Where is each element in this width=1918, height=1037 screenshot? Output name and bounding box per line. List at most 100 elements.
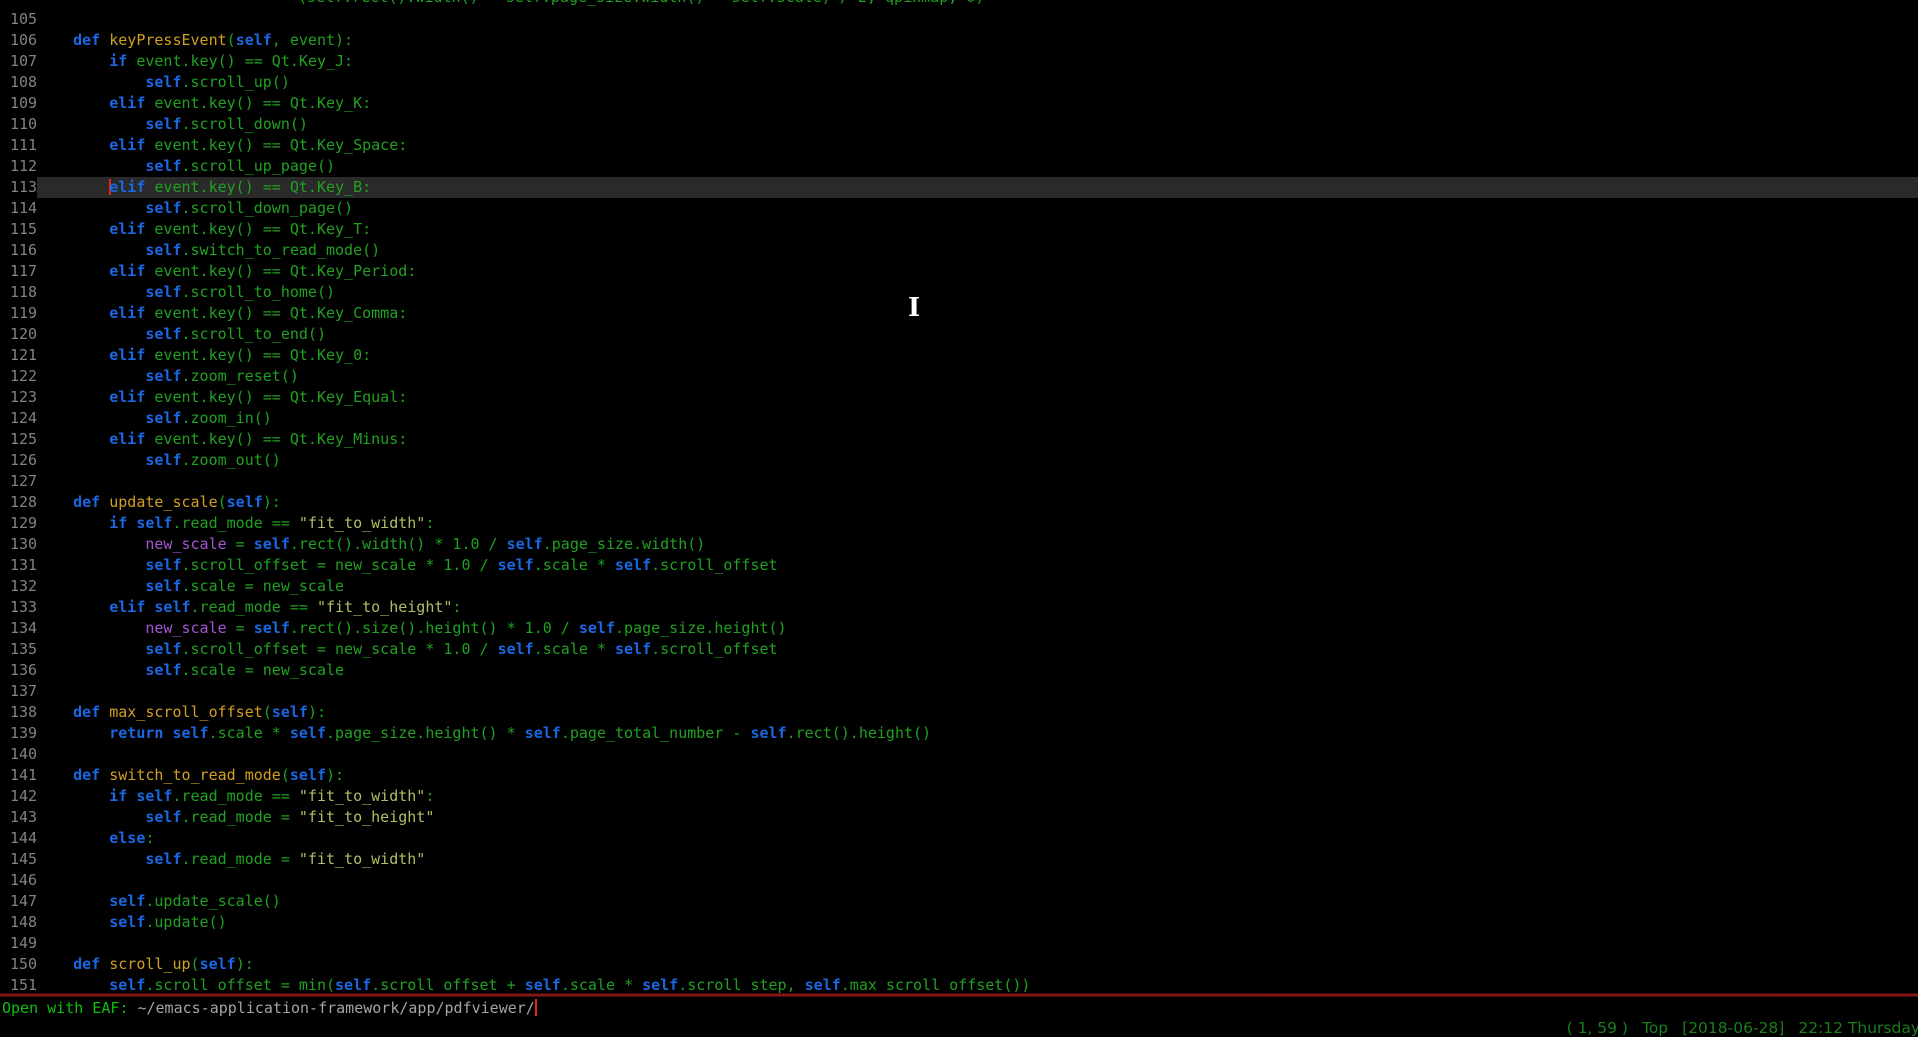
line-number: 134 (10, 618, 37, 639)
code-line-146[interactable]: 146 (0, 870, 1918, 891)
line-number: 106 (10, 30, 37, 51)
line-content: self.scroll_offset = new_scale * 1.0 / s… (37, 555, 1918, 576)
line-number: 115 (10, 219, 37, 240)
code-line-107[interactable]: 107 if event.key() == Qt.Key_J: (0, 51, 1918, 72)
line-number: 107 (10, 51, 37, 72)
code-line-121[interactable]: 121 elif event.key() == Qt.Key_0: (0, 345, 1918, 366)
code-line-150[interactable]: 150 def scroll_up(self): (0, 954, 1918, 975)
line-content: return self.scale * self.page_size.heigh… (37, 723, 1918, 744)
code-line-120[interactable]: 120 self.scroll_to_end() (0, 324, 1918, 345)
code-line-134[interactable]: 134 new_scale = self.rect().size().heigh… (0, 618, 1918, 639)
code-line-133[interactable]: 133 elif self.read_mode == "fit_to_heigh… (0, 597, 1918, 618)
line-number: 127 (10, 471, 37, 492)
line-number: 132 (10, 576, 37, 597)
line-number: 142 (10, 786, 37, 807)
line-number: 113 (10, 177, 37, 198)
code-line-124[interactable]: 124 self.zoom_in() (0, 408, 1918, 429)
code-line-114[interactable]: 114 self.scroll_down_page() (0, 198, 1918, 219)
line-content: if self.read_mode == "fit_to_width": (37, 786, 1918, 807)
line-content: self.update_scale() (37, 891, 1918, 912)
line-number: 136 (10, 660, 37, 681)
code-line-123[interactable]: 123 elif event.key() == Qt.Key_Equal: (0, 387, 1918, 408)
line-content: else: (37, 828, 1918, 849)
line-number: 129 (10, 513, 37, 534)
code-line-136[interactable]: 136 self.scale = new_scale (0, 660, 1918, 681)
code-line-139[interactable]: 139 return self.scale * self.page_size.h… (0, 723, 1918, 744)
line-number: 125 (10, 429, 37, 450)
line-content: self.scroll_offset = new_scale * 1.0 / s… (37, 639, 1918, 660)
code-line-144[interactable]: 144 else: (0, 828, 1918, 849)
code-line-112[interactable]: 112 self.scroll_up_page() (0, 156, 1918, 177)
code-line-137[interactable]: 137 (0, 681, 1918, 702)
code-line-125[interactable]: 125 elif event.key() == Qt.Key_Minus: (0, 429, 1918, 450)
code-line-111[interactable]: 111 elif event.key() == Qt.Key_Space: (0, 135, 1918, 156)
editor-buffer[interactable]: (self.rect().width() - self.page_size.wi… (0, 0, 1918, 993)
status-scroll: Top (1642, 1019, 1668, 1037)
line-content (37, 471, 1918, 492)
line-content: self.scroll_down() (37, 114, 1918, 135)
code-line-140[interactable]: 140 (0, 744, 1918, 765)
code-line-151[interactable]: 151 self.scroll_offset = min(self.scroll… (0, 975, 1918, 993)
line-content: elif event.key() == Qt.Key_Equal: (37, 387, 1918, 408)
line-number: 116 (10, 240, 37, 261)
line-content: self.switch_to_read_mode() (37, 240, 1918, 261)
line-number: 118 (10, 282, 37, 303)
code-line-110[interactable]: 110 self.scroll_down() (0, 114, 1918, 135)
code-line-145[interactable]: 145 self.read_mode = "fit_to_width" (0, 849, 1918, 870)
code-line-147[interactable]: 147 self.update_scale() (0, 891, 1918, 912)
line-content: self.scroll_to_home() (37, 282, 1918, 303)
line-number: 148 (10, 912, 37, 933)
line-number: 149 (10, 933, 37, 954)
minibuffer-input[interactable]: ~/emacs-application-framework/app/pdfvie… (137, 999, 534, 1017)
line-content: self.zoom_in() (37, 408, 1918, 429)
line-number: 117 (10, 261, 37, 282)
code-line-113[interactable]: 113 elif event.key() == Qt.Key_B: (0, 177, 1918, 198)
line-number: 111 (10, 135, 37, 156)
line-content (37, 933, 1918, 954)
code-line-108[interactable]: 108 self.scroll_up() (0, 72, 1918, 93)
line-content: self.scroll_down_page() (37, 198, 1918, 219)
status-line: ( 1, 59 )Top[2018-06-28]22:12 Thursday (1553, 1019, 1918, 1037)
line-content: self.update() (37, 912, 1918, 933)
code-line-135[interactable]: 135 self.scroll_offset = new_scale * 1.0… (0, 639, 1918, 660)
code-line-131[interactable]: 131 self.scroll_offset = new_scale * 1.0… (0, 555, 1918, 576)
code-line-138[interactable]: 138 def max_scroll_offset(self): (0, 702, 1918, 723)
code-line-105[interactable]: 105 (0, 9, 1918, 30)
code-line-132[interactable]: 132 self.scale = new_scale (0, 576, 1918, 597)
code-line-128[interactable]: 128 def update_scale(self): (0, 492, 1918, 513)
line-number: 109 (10, 93, 37, 114)
line-number: 128 (10, 492, 37, 513)
code-line-129[interactable]: 129 if self.read_mode == "fit_to_width": (0, 513, 1918, 534)
line-number: 139 (10, 723, 37, 744)
code-line-117[interactable]: 117 elif event.key() == Qt.Key_Period: (0, 261, 1918, 282)
code-line-143[interactable]: 143 self.read_mode = "fit_to_height" (0, 807, 1918, 828)
line-number: 141 (10, 765, 37, 786)
code-line-109[interactable]: 109 elif event.key() == Qt.Key_K: (0, 93, 1918, 114)
line-content: elif self.read_mode == "fit_to_height": (37, 597, 1918, 618)
code-line-115[interactable]: 115 elif event.key() == Qt.Key_T: (0, 219, 1918, 240)
code-line-141[interactable]: 141 def switch_to_read_mode(self): (0, 765, 1918, 786)
code-lines: 105106 def keyPressEvent(self, event):10… (0, 9, 1918, 993)
code-line-116[interactable]: 116 self.switch_to_read_mode() (0, 240, 1918, 261)
line-number: 120 (10, 324, 37, 345)
minibuffer[interactable]: Open with EAF: ~/emacs-application-frame… (0, 997, 1918, 1020)
code-line-149[interactable]: 149 (0, 933, 1918, 954)
code-line-130[interactable]: 130 new_scale = self.rect().width() * 1.… (0, 534, 1918, 555)
code-line-148[interactable]: 148 self.update() (0, 912, 1918, 933)
line-content: elif event.key() == Qt.Key_K: (37, 93, 1918, 114)
code-line-127[interactable]: 127 (0, 471, 1918, 492)
line-content: new_scale = self.rect().size().height() … (37, 618, 1918, 639)
code-line-126[interactable]: 126 self.zoom_out() (0, 450, 1918, 471)
code-line-122[interactable]: 122 self.zoom_reset() (0, 366, 1918, 387)
line-content: self.scroll_up_page() (37, 156, 1918, 177)
code-line-118[interactable]: 118 self.scroll_to_home() (0, 282, 1918, 303)
code-line-106[interactable]: 106 def keyPressEvent(self, event): (0, 30, 1918, 51)
line-number: 119 (10, 303, 37, 324)
code-line-142[interactable]: 142 if self.read_mode == "fit_to_width": (0, 786, 1918, 807)
code-line-119[interactable]: 119 elif event.key() == Qt.Key_Comma: (0, 303, 1918, 324)
line-content: elif event.key() == Qt.Key_T: (37, 219, 1918, 240)
line-content: elif event.key() == Qt.Key_Period: (37, 261, 1918, 282)
line-content: self.zoom_reset() (37, 366, 1918, 387)
line-number: 110 (10, 114, 37, 135)
line-number: 108 (10, 72, 37, 93)
